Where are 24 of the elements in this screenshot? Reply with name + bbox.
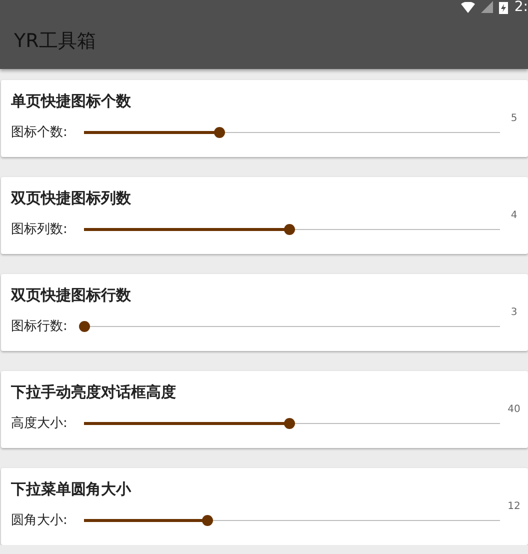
slider-thumb[interactable] bbox=[214, 126, 226, 138]
setting-title: 下拉菜单圆角大小 bbox=[11, 479, 132, 499]
slider-value: 40 bbox=[506, 404, 522, 415]
slider-thumb[interactable] bbox=[284, 224, 295, 234]
wifi-icon bbox=[461, 2, 476, 12]
slider-value: 5 bbox=[510, 113, 518, 124]
slider-thumb[interactable] bbox=[284, 418, 295, 428]
setting-title: 双页快捷图标列数 bbox=[11, 188, 132, 208]
slider-label: 图标行数: bbox=[11, 318, 68, 335]
slider-label: 图标列数: bbox=[11, 221, 68, 238]
setting-title: 下拉手动亮度对话框高度 bbox=[11, 382, 177, 402]
setting-title: 单页快捷图标个数 bbox=[11, 91, 132, 111]
status-time: 2: bbox=[514, 0, 528, 14]
slider-thumb[interactable] bbox=[79, 320, 90, 332]
slider-value: 12 bbox=[506, 501, 522, 512]
signal-icon bbox=[481, 1, 494, 13]
slider-thumb[interactable] bbox=[202, 514, 213, 526]
app-title: YR工具箱 bbox=[13, 29, 97, 54]
slider-value: 4 bbox=[510, 210, 518, 221]
setting-title: 双页快捷图标行数 bbox=[11, 285, 132, 305]
slider-value: 3 bbox=[510, 307, 518, 318]
slider-label: 图标个数: bbox=[11, 124, 68, 141]
slider-label: 圆角大小: bbox=[11, 512, 68, 529]
slider-label: 高度大小: bbox=[11, 415, 68, 432]
